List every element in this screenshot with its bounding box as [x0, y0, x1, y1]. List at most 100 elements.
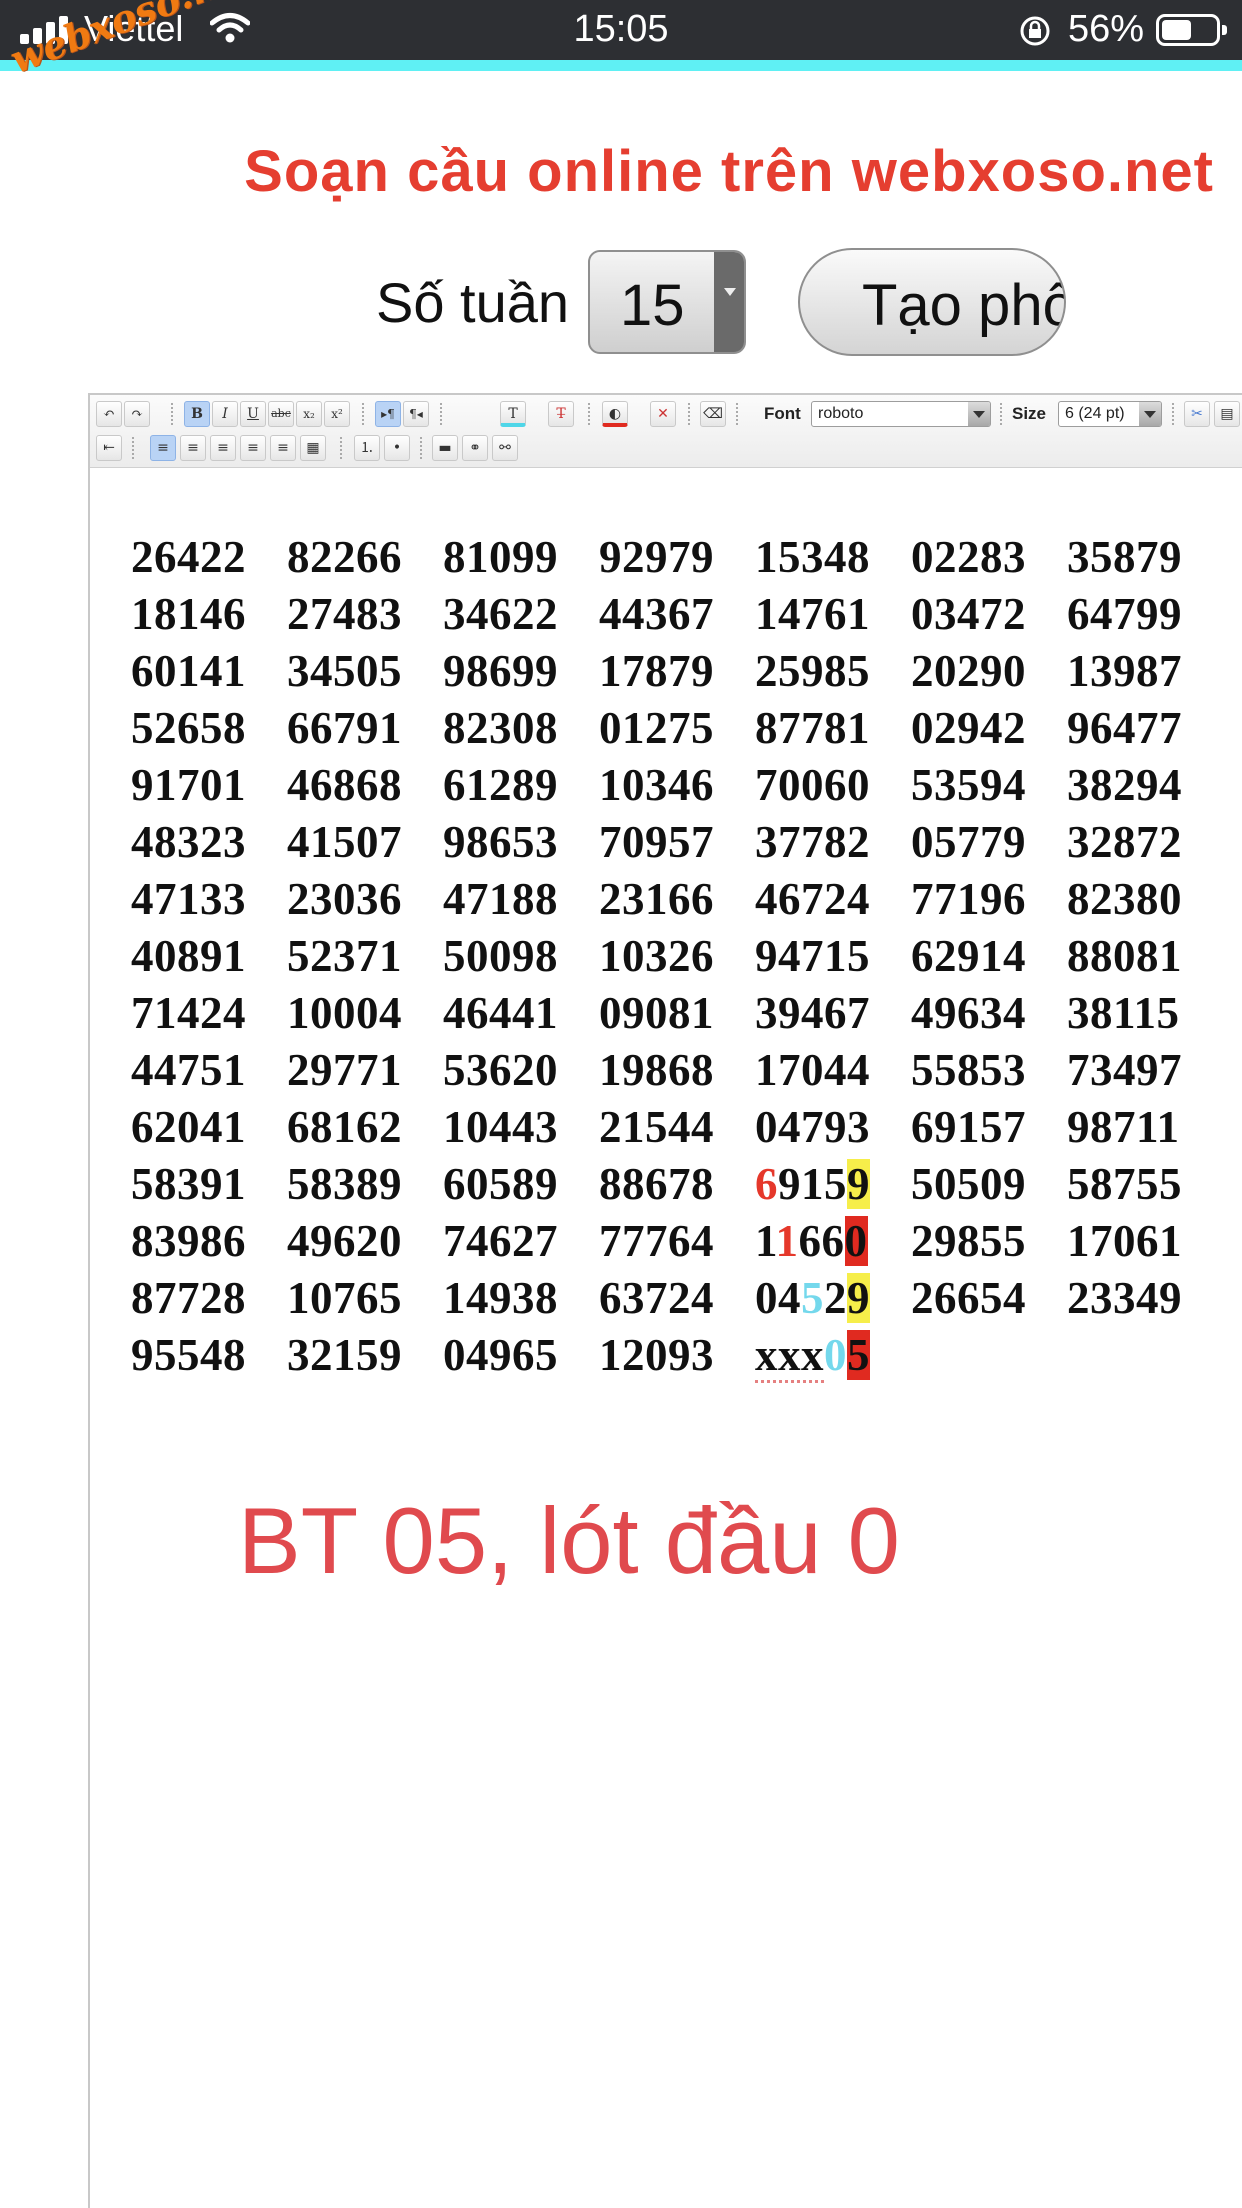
create-button-label: Tạo phôi	[862, 273, 1066, 338]
grid-cell: 10326	[599, 931, 714, 981]
size-select[interactable]: 6 (24 pt)	[1058, 401, 1162, 427]
align-justify-icon[interactable]: ≡	[270, 435, 296, 461]
grid-cell: 29771	[287, 1045, 402, 1095]
grid-cell: 87781	[755, 703, 870, 753]
weeks-select[interactable]: 15	[588, 250, 746, 354]
unlink-icon[interactable]: ⚯	[492, 435, 518, 461]
grid-cell: 23166	[599, 874, 714, 924]
grid-cell: 83986	[131, 1216, 246, 1266]
create-button[interactable]: Tạo phôi	[798, 248, 1066, 356]
cut-icon[interactable]: ✂	[1184, 401, 1210, 427]
grid-cell: 26422	[131, 532, 246, 582]
toolbar-separator	[132, 437, 136, 459]
grid-cell: 98653	[443, 817, 558, 867]
grid-cell: 17044	[755, 1045, 870, 1095]
grid-cell: 77196	[911, 874, 1026, 924]
highlight-digit: 1	[775, 1216, 799, 1266]
bullet-list-icon[interactable]: •	[384, 435, 410, 461]
highlight-digit: 0	[824, 1330, 847, 1380]
rich-text-editor[interactable]: ↶ ↷ B I U abc x₂ x² ▸¶ ¶◂ T T̶ ◐ ✕ ⌫ Fon…	[88, 393, 1242, 2208]
weeks-label: Số tuần	[376, 271, 570, 334]
bold-icon[interactable]: B	[184, 401, 210, 427]
grid-cell: 96477	[1067, 703, 1182, 753]
grid-cell: 88081	[1067, 931, 1182, 981]
text-color-remove-icon[interactable]: T̶	[548, 401, 574, 427]
grid-cell: 38115	[1067, 988, 1180, 1038]
grid-cell: 92979	[599, 532, 714, 582]
size-label: Size	[1012, 404, 1047, 423]
grid-cell: 34505	[287, 646, 402, 696]
grid-cell: 91701	[131, 760, 246, 810]
grid-cell: 02283	[911, 532, 1026, 582]
plain-digits: 2	[824, 1273, 847, 1323]
grid-cell: 05779	[911, 817, 1026, 867]
rtl-icon[interactable]: ¶◂	[403, 401, 429, 427]
weeks-value: 15	[620, 273, 685, 338]
superscript-icon[interactable]: x²	[324, 401, 350, 427]
grid-cell: 10004	[287, 988, 402, 1038]
chevron-down-icon	[968, 402, 990, 426]
grid-cell: 60589	[443, 1159, 558, 1209]
grid-cell: 44367	[599, 589, 714, 639]
grid-cell: 58755	[1067, 1159, 1182, 1209]
font-select-value: roboto	[818, 405, 864, 422]
horizontal-rule-icon[interactable]: ▬	[432, 435, 458, 461]
toolbar-separator	[340, 437, 344, 459]
justify-full-icon[interactable]: ▦	[300, 435, 326, 461]
grid-cell: 10346	[599, 760, 714, 810]
text-color-icon[interactable]: T	[500, 401, 526, 427]
grid-cell: 95548	[131, 1330, 246, 1380]
italic-icon[interactable]: I	[212, 401, 238, 427]
grid-cell: 77764	[599, 1216, 714, 1266]
grid-cell: 82266	[287, 532, 402, 582]
grid-cell: 01275	[599, 703, 714, 753]
undo-icon[interactable]: ↶	[96, 401, 122, 427]
grid-cell: 47188	[443, 874, 558, 924]
grid-cell: 02942	[911, 703, 1026, 753]
toolbar-separator	[362, 403, 366, 425]
grid-cell: 50509	[911, 1159, 1026, 1209]
redo-icon[interactable]: ↷	[124, 401, 150, 427]
underline-icon[interactable]: U	[240, 401, 266, 427]
font-select[interactable]: roboto	[811, 401, 991, 427]
grid-cell: 69157	[911, 1102, 1026, 1152]
grid-cell: 50098	[443, 931, 558, 981]
grid-cell: 98711	[1067, 1102, 1180, 1152]
rotation-lock-icon	[1020, 16, 1050, 46]
grid-cell: 47133	[131, 874, 246, 924]
grid-cell: 10765	[287, 1273, 402, 1323]
subscript-icon[interactable]: x₂	[296, 401, 322, 427]
grid-cell: 04793	[755, 1102, 870, 1152]
paste-icon[interactable]: ▤	[1214, 401, 1240, 427]
background-color-remove-icon[interactable]: ✕	[650, 401, 676, 427]
align-center-icon[interactable]: ≡	[210, 435, 236, 461]
align-right-icon[interactable]: ≡	[240, 435, 266, 461]
toolbar-separator	[736, 403, 740, 425]
highlight-digit: 5	[801, 1273, 824, 1323]
grid-cell: 34622	[443, 589, 558, 639]
toolbar-separator	[588, 403, 592, 425]
outdent-icon[interactable]: ⇤	[96, 435, 122, 461]
eraser-icon[interactable]: ⌫	[700, 401, 726, 427]
grid-cell: 49634	[911, 988, 1026, 1038]
strikethrough-icon[interactable]: abc	[268, 401, 294, 427]
grid-cell: 98699	[443, 646, 558, 696]
align-left-icon[interactable]: ≡	[180, 435, 206, 461]
grid-cell: 39467	[755, 988, 870, 1038]
editor-toolbar: ↶ ↷ B I U abc x₂ x² ▸¶ ¶◂ T T̶ ◐ ✕ ⌫ Fon…	[90, 395, 1242, 468]
background-color-icon[interactable]: ◐	[602, 401, 628, 427]
grid-cell: 09081	[599, 988, 714, 1038]
highlight-cell: 5	[847, 1330, 870, 1380]
grid-cell: 68162	[287, 1102, 402, 1152]
ltr-icon[interactable]: ▸¶	[375, 401, 401, 427]
plain-digits: 66	[798, 1216, 845, 1266]
grid-cell: 29855	[911, 1216, 1026, 1266]
align-indent-icon[interactable]: ≡	[150, 435, 176, 461]
grid-cell: 32159	[287, 1330, 402, 1380]
highlight-cell: 9	[847, 1159, 870, 1209]
numbered-list-icon[interactable]: ⒈	[354, 435, 380, 461]
grid-cell: 48323	[131, 817, 246, 867]
link-icon[interactable]: ⚭	[462, 435, 488, 461]
grid-cell: 70957	[599, 817, 714, 867]
grid-cell: xxx05	[755, 1327, 870, 1384]
